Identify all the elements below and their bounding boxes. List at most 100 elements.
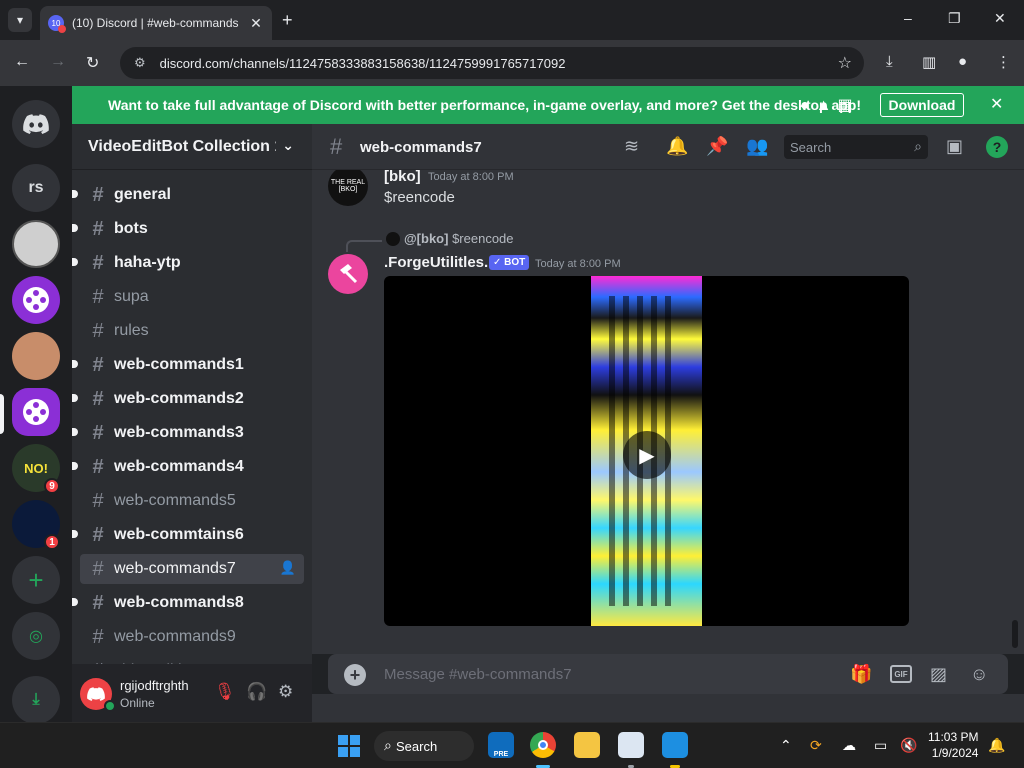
channel-bots[interactable]: # bots bbox=[80, 214, 304, 244]
headphones-icon[interactable]: 🎧 bbox=[246, 682, 267, 702]
message-author[interactable]: .ForgeUtilitles. bbox=[384, 254, 488, 271]
channel-videoeditin[interactable]: #videoeditin bbox=[80, 656, 304, 665]
server-videoeditbot[interactable] bbox=[12, 388, 60, 436]
discord-favicon-icon: 10 bbox=[48, 15, 66, 33]
window-maximize-button[interactable]: ❐ bbox=[948, 10, 961, 27]
reload-icon[interactable]: ↻ bbox=[86, 53, 99, 73]
onedrive-icon[interactable]: ☁ bbox=[842, 737, 856, 754]
channel-web-commands7[interactable]: # web-commands7 👤 bbox=[80, 554, 304, 584]
network-icon[interactable]: ▭ bbox=[874, 737, 887, 754]
gift-icon[interactable]: 🎁 bbox=[850, 664, 872, 685]
hash-icon: # bbox=[92, 353, 104, 376]
mention-badge: 9 bbox=[44, 478, 60, 494]
channel-supa[interactable]: # supa bbox=[80, 282, 304, 312]
new-tab-button[interactable]: + bbox=[282, 10, 293, 31]
pin-icon[interactable]: 📌 bbox=[706, 136, 728, 157]
channel-web-commands5[interactable]: # web-commands5 bbox=[80, 486, 304, 516]
threads-icon[interactable]: ≋ bbox=[624, 136, 639, 157]
photos-app-icon[interactable] bbox=[618, 732, 644, 758]
message-composer[interactable]: + Message #web-commands7 🎁 GIF ▨ ☺ bbox=[328, 654, 1008, 694]
channel-haha-ytp[interactable]: # haha-ytp bbox=[80, 248, 304, 278]
play-icon[interactable]: ▶ bbox=[623, 431, 671, 479]
add-server-button[interactable]: + bbox=[12, 556, 60, 604]
volume-icon[interactable]: 🔇 bbox=[900, 737, 917, 754]
video-editor-icon[interactable] bbox=[662, 732, 688, 758]
forward-icon[interactable]: → bbox=[50, 53, 66, 71]
address-bar[interactable]: ⚙ discord.com/channels/11247583338831586… bbox=[120, 47, 864, 79]
profile-icon[interactable]: ● bbox=[958, 53, 967, 70]
window-close-button[interactable]: ✕ bbox=[994, 10, 1006, 27]
download-icon: ⤓ bbox=[32, 691, 40, 708]
url-text: discord.com/channels/1124758333883158638… bbox=[159, 55, 566, 71]
notification-bell-icon[interactable]: 🔔 bbox=[988, 737, 1005, 754]
server-avatar-person[interactable] bbox=[12, 332, 60, 380]
server-name: VideoEditBot Collection 1.0 bbox=[88, 137, 276, 155]
message-avatar[interactable]: THE REAL [BKO] bbox=[328, 170, 368, 206]
upload-plus-icon[interactable]: + bbox=[344, 664, 366, 686]
edge-preview-icon[interactable]: PRE bbox=[488, 732, 514, 758]
help-icon[interactable]: ? bbox=[986, 136, 1008, 158]
invite-member-icon[interactable]: 👤 bbox=[280, 560, 296, 576]
channel-label: web-commands9 bbox=[114, 628, 236, 645]
server-header[interactable]: VideoEditBot Collection 1.0 ⌄ bbox=[72, 124, 312, 170]
channel-web-commands4[interactable]: # web-commands4 bbox=[80, 452, 304, 482]
download-apps-button[interactable]: ⤓ bbox=[12, 676, 60, 724]
channel-web-commands2[interactable]: # web-commands2 bbox=[80, 384, 304, 414]
downloads-icon[interactable]: ⤓ bbox=[886, 53, 893, 70]
chrome-icon[interactable] bbox=[530, 732, 556, 758]
inbox-icon[interactable]: ▣ bbox=[946, 136, 963, 157]
file-explorer-icon[interactable] bbox=[574, 732, 600, 758]
server-avatar-cat[interactable] bbox=[12, 220, 60, 268]
channel-web-commands8[interactable]: # web-commands8 bbox=[80, 588, 304, 618]
search-input[interactable]: Search ⌕ bbox=[784, 135, 928, 159]
message-input[interactable]: Message #web-commands7 bbox=[384, 666, 572, 683]
back-icon[interactable]: ← bbox=[14, 53, 30, 71]
channel-label: web-commtains6 bbox=[114, 526, 244, 543]
emoji-icon[interactable]: ☺ bbox=[970, 664, 988, 685]
gif-button[interactable]: GIF bbox=[890, 665, 912, 683]
message-avatar[interactable] bbox=[328, 254, 368, 294]
channel-label: bots bbox=[114, 220, 148, 237]
menu-kebab-icon[interactable]: ⋮ bbox=[996, 53, 1011, 71]
reply-preview[interactable]: @[bko] $reencode bbox=[404, 231, 514, 246]
bookmark-star-icon[interactable]: ☆ bbox=[838, 53, 852, 73]
banner-close-icon[interactable]: ✕ bbox=[990, 94, 1003, 114]
message-author[interactable]: [bko] bbox=[384, 170, 421, 185]
sync-icon[interactable]: ⟳ bbox=[810, 737, 822, 754]
server-avatar-film[interactable] bbox=[12, 276, 60, 324]
sticker-icon[interactable]: ▨ bbox=[930, 664, 947, 685]
hash-icon: # bbox=[92, 591, 104, 614]
download-button[interactable]: Download bbox=[880, 93, 964, 117]
channel-rules[interactable]: # rules bbox=[80, 316, 304, 346]
clock-time: 11:03 PM bbox=[928, 730, 979, 744]
explore-servers-button[interactable]: ◎ bbox=[12, 612, 60, 660]
tab-search-button[interactable]: ▾ bbox=[8, 8, 32, 32]
site-info-icon[interactable]: ⚙ bbox=[134, 55, 146, 71]
member-list-icon[interactable]: 👥 bbox=[746, 136, 768, 157]
message-scrollbar[interactable] bbox=[1012, 620, 1018, 648]
channel-label: web-commands8 bbox=[114, 594, 244, 611]
settings-gear-icon[interactable]: ⚙ bbox=[278, 682, 293, 702]
channel-sidebar: VideoEditBot Collection 1.0 ⌄ # general #… bbox=[72, 124, 312, 664]
channel-web-commands3[interactable]: # web-commands3 bbox=[80, 418, 304, 448]
reply-content: $reencode bbox=[452, 231, 514, 246]
mute-mic-icon[interactable]: 🎙 bbox=[214, 682, 236, 702]
channel-general[interactable]: # general bbox=[80, 180, 304, 210]
tab-close-icon[interactable]: ✕ bbox=[248, 15, 264, 32]
channel-web-commtains6[interactable]: # web-commtains6 bbox=[80, 520, 304, 550]
channel-label: haha-ytp bbox=[114, 254, 181, 271]
discord-home-button[interactable] bbox=[12, 100, 60, 148]
video-attachment[interactable]: ▶ bbox=[384, 276, 909, 626]
browser-tab-discord[interactable]: 10 (10) Discord | #web-commands ✕ bbox=[40, 6, 272, 40]
system-clock[interactable]: 11:03 PM 1/9/2024 bbox=[928, 729, 978, 761]
windows-start-icon[interactable] bbox=[338, 735, 360, 757]
channel-web-commands9[interactable]: # web-commands9 bbox=[80, 622, 304, 652]
discord-logo-icon bbox=[87, 687, 105, 701]
notification-bell-icon[interactable]: 🔔 bbox=[666, 136, 688, 157]
window-minimize-button[interactable]: – bbox=[904, 10, 912, 26]
side-panel-icon[interactable]: ▥ bbox=[922, 53, 936, 71]
server-rs[interactable]: rs bbox=[12, 164, 60, 212]
channel-web-commands1[interactable]: # web-commands1 bbox=[80, 350, 304, 380]
tray-overflow-chevron-icon[interactable]: ⌃ bbox=[780, 737, 792, 754]
taskbar-search[interactable]: ⌕ Search bbox=[374, 731, 474, 761]
